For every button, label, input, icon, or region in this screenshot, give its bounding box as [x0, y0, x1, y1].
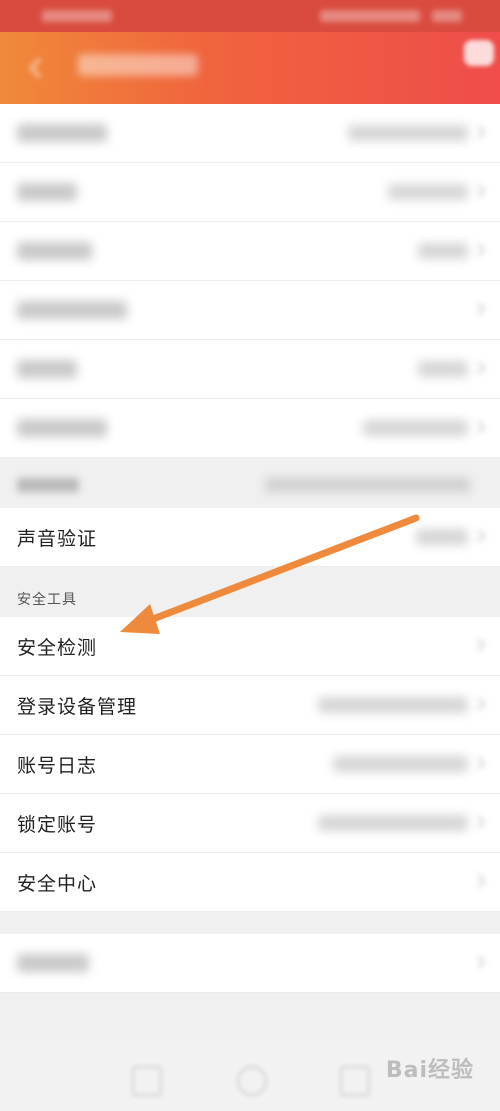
nav-home-icon[interactable]: [237, 1066, 267, 1096]
device-manage-row[interactable]: 登录设备管理: [0, 676, 500, 735]
blurred-value: [363, 420, 468, 436]
voice-verify-label: 声音验证: [17, 528, 98, 550]
list-item[interactable]: [0, 340, 500, 399]
list-item[interactable]: [0, 399, 500, 458]
chevron-right-icon: [477, 302, 486, 316]
blurred-label: [17, 124, 107, 142]
voice-verify-row[interactable]: 声音验证: [0, 508, 500, 567]
chevron-right-icon: [477, 125, 486, 139]
security-center-row[interactable]: 安全中心: [0, 853, 500, 912]
blurred-label: [17, 242, 92, 260]
list-item[interactable]: [0, 934, 500, 993]
page-title: [78, 54, 208, 80]
chevron-right-icon: [477, 638, 486, 652]
chevron-right-icon: [477, 874, 486, 888]
chevron-right-icon: [477, 756, 486, 770]
settings-list: 声音验证 安全工具 安全检测 登录设备管理 账号日志 锁定账号 安全中心: [0, 104, 500, 993]
blurred-value: [388, 184, 468, 200]
list-item[interactable]: [0, 163, 500, 222]
security-center-label: 安全中心: [17, 873, 98, 895]
blurred-value: [318, 697, 468, 713]
chevron-right-icon: [477, 955, 486, 969]
chevron-right-icon: [477, 529, 486, 543]
chevron-right-icon: [477, 184, 486, 198]
blurred-label: [17, 301, 127, 319]
chevron-right-icon: [477, 361, 486, 375]
lock-account-label: 锁定账号: [17, 814, 98, 836]
back-arrow-icon[interactable]: [22, 54, 50, 82]
chevron-right-icon: [477, 420, 486, 434]
blurred-section-value: [265, 478, 470, 492]
blurred-label: [17, 183, 77, 201]
blurred-value: [318, 815, 468, 831]
nav-recent-icon[interactable]: [340, 1066, 370, 1096]
section-header-security-tools: 安全工具: [0, 567, 500, 617]
lock-account-row[interactable]: 锁定账号: [0, 794, 500, 853]
blurred-value: [418, 361, 468, 377]
account-log-label: 账号日志: [17, 755, 98, 777]
chevron-right-icon: [477, 243, 486, 257]
section-title: 安全工具: [17, 592, 77, 608]
nav-back-icon[interactable]: [132, 1066, 162, 1096]
security-check-label: 安全检测: [17, 637, 98, 659]
security-check-row[interactable]: 安全检测: [0, 617, 500, 676]
status-left-info: [42, 10, 112, 22]
message-icon[interactable]: [464, 40, 494, 66]
app-header: [0, 32, 500, 104]
blurred-value: [416, 529, 468, 545]
status-right-info: [320, 10, 420, 22]
blurred-label: [17, 954, 89, 972]
blurred-label: [17, 360, 77, 378]
spacer: [0, 912, 500, 934]
blurred-section-title: [17, 478, 79, 492]
status-bar: [0, 0, 500, 32]
list-item[interactable]: [0, 222, 500, 281]
blurred-value: [333, 756, 468, 772]
chevron-right-icon: [477, 815, 486, 829]
watermark: Bai经验: [385, 1058, 474, 1083]
battery-icon: [432, 10, 462, 22]
blurred-value: [348, 125, 468, 141]
list-item[interactable]: [0, 281, 500, 340]
section-header: [0, 458, 500, 508]
blurred-value: [418, 243, 468, 259]
account-log-row[interactable]: 账号日志: [0, 735, 500, 794]
blurred-label: [17, 419, 107, 437]
chevron-right-icon: [477, 697, 486, 711]
list-item[interactable]: [0, 104, 500, 163]
device-manage-label: 登录设备管理: [17, 696, 138, 718]
